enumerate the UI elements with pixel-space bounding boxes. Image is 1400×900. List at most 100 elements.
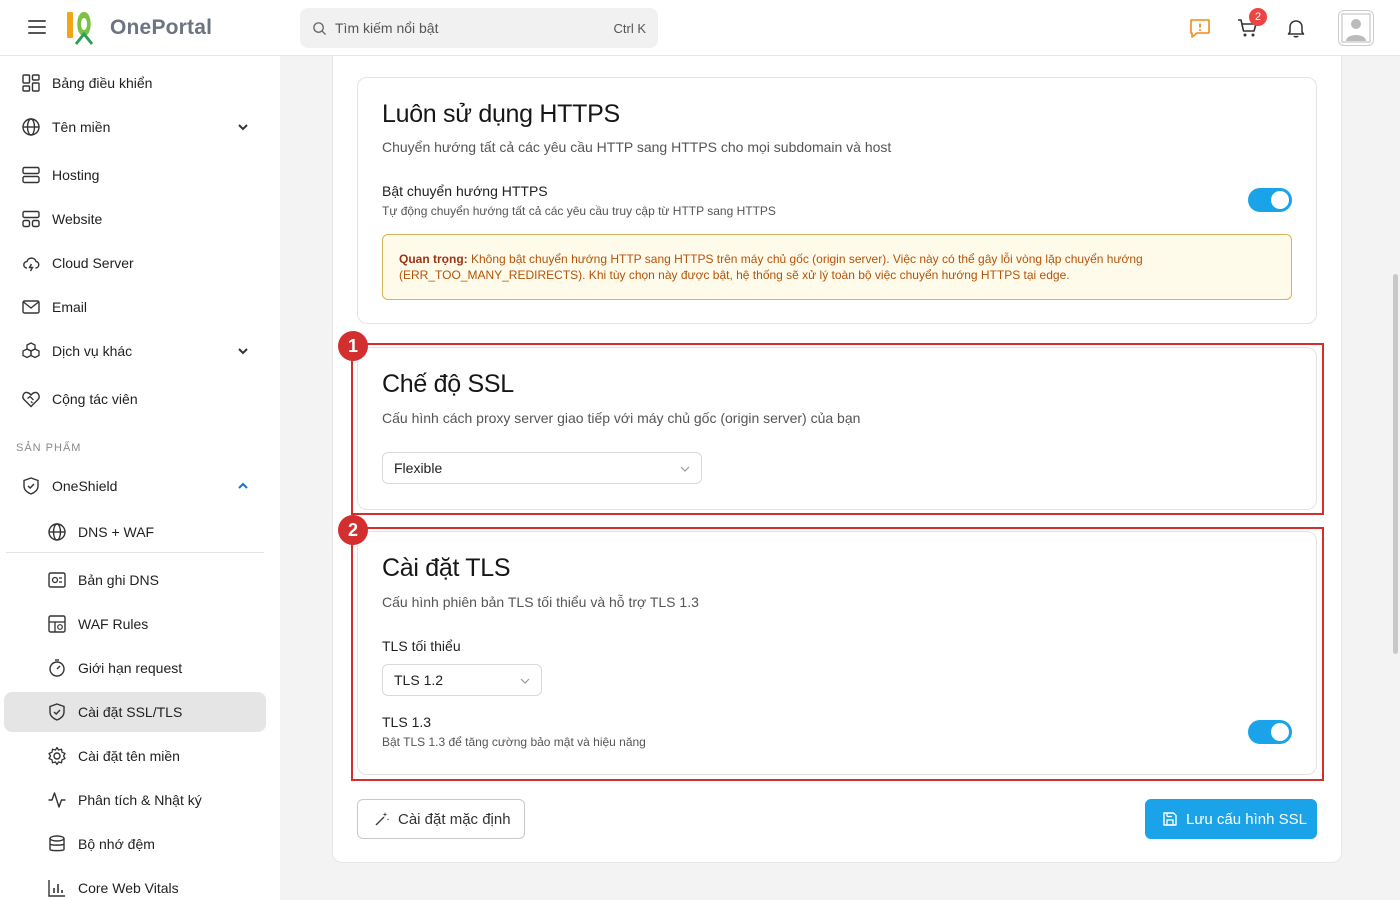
chevron-up-icon — [238, 482, 248, 489]
magic-wand-icon — [375, 812, 390, 826]
tls-card-description: Cấu hình phiên bản TLS tối thiểu và hỗ t… — [382, 594, 699, 610]
divider — [6, 552, 264, 553]
sidebar-item-label: OneShield — [52, 478, 118, 494]
ssl-mode-select[interactable]: Flexible — [382, 452, 702, 484]
sidebar-item-other-services[interactable]: Dịch vụ khác — [4, 331, 266, 371]
ssl-card-description: Cấu hình cách proxy server giao tiếp với… — [382, 410, 861, 426]
chevron-down-icon — [680, 466, 690, 472]
sidebar-item-label: Tên miền — [52, 119, 111, 135]
sidebar-sub-rate-limit[interactable]: Giới hạn request — [4, 648, 266, 688]
https-redirect-toggle[interactable] — [1248, 188, 1292, 212]
user-icon — [1341, 13, 1371, 43]
gear-icon — [46, 745, 68, 767]
sidebar-item-label: Dịch vụ khác — [52, 343, 133, 359]
sidebar-item-hosting[interactable]: Hosting — [4, 155, 266, 195]
sidebar-item-label: Bộ nhớ đệm — [78, 836, 155, 852]
search-icon — [313, 21, 327, 35]
https-card-title: Luôn sử dụng HTTPS — [382, 100, 620, 128]
sidebar-sub-dns-waf[interactable]: DNS + WAF — [4, 512, 266, 552]
sidebar-item-domains[interactable]: Tên miền — [4, 107, 266, 147]
tls13-toggle[interactable] — [1248, 720, 1292, 744]
sidebar-item-label: Hosting — [52, 167, 100, 183]
top-bar: OnePortal Ctrl K 2 — [0, 0, 1400, 56]
shield-check-icon — [46, 701, 68, 723]
server-icon — [20, 164, 42, 186]
sidebar-sub-cache[interactable]: Bộ nhớ đệm — [4, 824, 266, 864]
search-input[interactable] — [335, 20, 614, 36]
warning-title: Quan trọng: — [399, 252, 468, 266]
sidebar-item-label: Cloud Server — [52, 255, 134, 271]
highlight-marker-1: 1 — [338, 331, 368, 361]
database-icon — [46, 833, 68, 855]
sidebar-item-label: WAF Rules — [78, 616, 149, 632]
dns-record-icon — [46, 569, 68, 591]
tls-min-label: TLS tối thiểu — [382, 638, 461, 654]
save-icon — [1163, 812, 1177, 826]
sidebar: Bảng điều khiển Tên miền Hosting Website… — [0, 56, 280, 900]
sidebar-item-affiliate[interactable]: Cộng tác viên — [4, 379, 266, 419]
feedback-icon[interactable] — [1188, 16, 1212, 40]
https-card: Luôn sử dụng HTTPS Chuyển hướng tất cả c… — [357, 77, 1317, 324]
heart-handshake-icon — [20, 388, 42, 410]
chevron-down-icon — [238, 124, 248, 131]
sidebar-item-label: Giới hạn request — [78, 660, 183, 676]
sidebar-item-label: DNS + WAF — [78, 524, 155, 540]
save-ssl-label: Lưu cấu hình SSL — [1186, 810, 1307, 828]
sidebar-item-label: Email — [52, 299, 88, 315]
sidebar-sub-analytics-logs[interactable]: Phân tích & Nhật ký — [4, 780, 266, 820]
sidebar-sub-domain-settings[interactable]: Cài đặt tên miền — [4, 736, 266, 776]
sidebar-item-label: Bản ghi DNS — [78, 572, 159, 588]
tls-min-select[interactable]: TLS 1.2 — [382, 664, 542, 696]
sidebar-sub-dns-records[interactable]: Bản ghi DNS — [4, 560, 266, 600]
globe-icon — [46, 521, 68, 543]
https-toggle-label: Bật chuyển hướng HTTPS — [382, 183, 548, 199]
sidebar-item-label: Cộng tác viên — [52, 391, 138, 407]
cloud-lightning-icon — [20, 252, 42, 274]
sidebar-sub-core-web-vitals[interactable]: Core Web Vitals — [4, 868, 266, 900]
brand-mark-icon — [67, 12, 94, 45]
rules-icon — [46, 613, 68, 635]
tls-settings-card: Cài đặt TLS Cấu hình phiên bản TLS tối t… — [357, 531, 1317, 775]
shield-check-icon — [20, 475, 42, 497]
sidebar-item-label: Cài đặt SSL/TLS — [78, 704, 183, 720]
globe-icon — [20, 116, 42, 138]
warning-text: Không bật chuyển hướng HTTP sang HTTPS t… — [399, 252, 1143, 282]
sidebar-item-oneshield[interactable]: OneShield — [4, 466, 266, 506]
layout-icon — [20, 208, 42, 230]
menu-icon[interactable] — [28, 20, 46, 34]
ssl-mode-value: Flexible — [394, 460, 443, 476]
boxes-icon — [20, 340, 42, 362]
sidebar-item-label: Core Web Vitals — [78, 880, 179, 896]
sidebar-sub-waf-rules[interactable]: WAF Rules — [4, 604, 266, 644]
scrollbar-thumb[interactable] — [1393, 274, 1398, 654]
global-search[interactable]: Ctrl K — [300, 8, 658, 48]
ssl-mode-card: Chế độ SSL Cấu hình cách proxy server gi… — [357, 347, 1317, 510]
https-toggle-hint: Tự động chuyển hướng tất cả các yêu cầu … — [382, 204, 776, 218]
sidebar-item-email[interactable]: Email — [4, 287, 266, 327]
sidebar-item-label: Phân tích & Nhật ký — [78, 792, 202, 808]
sidebar-item-cloud-server[interactable]: Cloud Server — [4, 243, 266, 283]
tls-card-title: Cài đặt TLS — [382, 554, 511, 582]
ssl-card-title: Chế độ SSL — [382, 370, 514, 398]
tls-min-value: TLS 1.2 — [394, 672, 444, 688]
highlight-marker-2: 2 — [338, 515, 368, 545]
sidebar-sub-ssl-tls[interactable]: Cài đặt SSL/TLS — [4, 692, 266, 732]
sidebar-item-label: Website — [52, 211, 103, 227]
reset-default-button[interactable]: Cài đặt mặc định — [357, 799, 525, 839]
save-ssl-button[interactable]: Lưu cấu hình SSL — [1145, 799, 1317, 839]
brand-logo[interactable]: OnePortal — [64, 10, 212, 46]
user-avatar[interactable] — [1338, 10, 1374, 46]
timer-icon — [46, 657, 68, 679]
https-card-description: Chuyển hướng tất cả các yêu cầu HTTP san… — [382, 139, 892, 155]
sidebar-item-dashboard[interactable]: Bảng điều khiển — [4, 63, 266, 103]
cart-count-badge: 2 — [1249, 8, 1267, 26]
https-warning-alert: Quan trọng: Không bật chuyển hướng HTTP … — [382, 234, 1292, 300]
sidebar-item-website[interactable]: Website — [4, 199, 266, 239]
tls13-label: TLS 1.3 — [382, 714, 432, 730]
activity-icon — [46, 789, 68, 811]
dashboard-icon — [20, 72, 42, 94]
brand-name: OnePortal — [110, 16, 213, 39]
reset-default-label: Cài đặt mặc định — [398, 810, 511, 828]
bell-icon[interactable] — [1284, 16, 1308, 40]
section-label-products: SẢN PHẨM — [16, 442, 82, 454]
